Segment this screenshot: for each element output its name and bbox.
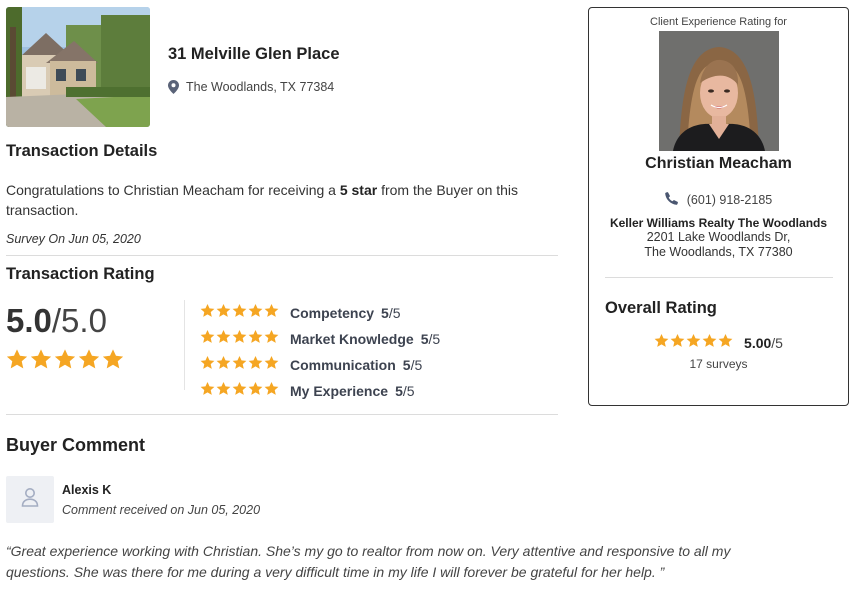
category-score-value: 5	[420, 331, 429, 347]
office-address-line-1: 2201 Lake Woodlands Dr,	[646, 230, 791, 244]
property-address: 31 Melville Glen Place	[168, 45, 340, 63]
star-icon	[654, 333, 669, 353]
transaction-rating-heading: Transaction Rating	[6, 265, 155, 283]
category-score: 5/5	[381, 305, 400, 321]
category-row-market-knowledge: Market Knowledge 5/5	[200, 329, 440, 349]
category-row-my-experience: My Experience 5/5	[200, 381, 415, 401]
transaction-score-max: /5.0	[51, 302, 107, 339]
star-icon	[216, 381, 231, 401]
star-icon	[248, 355, 263, 375]
user-icon	[21, 487, 39, 512]
category-score-max: /5	[410, 357, 423, 373]
overall-rating-row: 5.00/5	[589, 333, 848, 353]
agent-phone-number[interactable]: (601) 918-2185	[687, 193, 772, 207]
star-icon	[264, 329, 279, 349]
overall-score-max: /5	[771, 335, 783, 351]
map-pin-icon	[168, 80, 179, 94]
survey-date: Survey On Jun 05, 2020	[6, 232, 141, 246]
category-star-rating	[200, 355, 279, 375]
category-score: 5/5	[403, 357, 422, 373]
star-icon	[670, 333, 685, 353]
agent-photo	[659, 31, 779, 151]
comment-date: Comment received on Jun 05, 2020	[62, 503, 261, 517]
star-icon	[718, 333, 733, 353]
star-icon	[264, 303, 279, 323]
star-icon	[216, 303, 231, 323]
category-name: Competency	[290, 305, 375, 321]
star-icon	[200, 329, 215, 349]
agent-name: Christian Meacham	[645, 155, 792, 172]
star-icon	[54, 348, 76, 375]
divider	[6, 255, 558, 256]
category-score-value: 5	[381, 305, 389, 321]
congrats-text-start: Congratulations to Christian Meacham for…	[6, 182, 340, 198]
star-icon	[232, 329, 247, 349]
star-icon	[686, 333, 701, 353]
comment-text: “Great experience working with Christian…	[6, 543, 731, 580]
category-star-rating	[200, 329, 279, 349]
category-star-rating	[200, 381, 279, 401]
star-icon	[200, 355, 215, 375]
star-icon	[702, 333, 717, 353]
category-score-max: /5	[388, 305, 401, 321]
property-city-line: The Woodlands, TX 77384	[186, 80, 335, 94]
brokerage-name: Keller Williams Realty The Woodlands	[609, 216, 828, 230]
category-score-value: 5	[395, 383, 403, 399]
overall-transaction-score: 5.0/5.0	[6, 302, 107, 340]
star-icon	[78, 348, 100, 375]
star-icon	[232, 381, 247, 401]
property-location: The Woodlands, TX 77384	[168, 80, 334, 94]
star-icon	[232, 355, 247, 375]
vertical-divider	[184, 300, 185, 390]
survey-count: 17 surveys	[689, 357, 748, 371]
category-name: My Experience	[290, 383, 389, 399]
overall-rating-heading: Overall Rating	[605, 299, 717, 317]
transaction-star-rating	[6, 348, 124, 375]
category-name: Market Knowledge	[290, 331, 414, 347]
category-score: 5/5	[421, 331, 440, 347]
card-header: Client Experience Rating for	[650, 16, 787, 28]
star-icon	[248, 303, 263, 323]
divider	[6, 414, 558, 415]
category-row-communication: Communication 5/5	[200, 355, 422, 375]
agent-phone-row: (601) 918-2185	[589, 192, 848, 208]
star-icon	[232, 303, 247, 323]
star-icon	[248, 329, 263, 349]
star-icon	[216, 329, 231, 349]
congrats-star-value: 5 star	[339, 182, 378, 198]
property-photo	[6, 7, 150, 127]
category-score: 5/5	[395, 383, 414, 399]
transaction-score-value: 5.0	[6, 302, 52, 339]
avatar	[6, 476, 54, 523]
office-address-line-2: The Woodlands, TX 77380	[644, 245, 793, 259]
agent-rating-card: Client Experience Rating for Christian M…	[588, 7, 849, 406]
divider	[605, 277, 833, 278]
transaction-details-heading: Transaction Details	[6, 142, 158, 160]
star-icon	[6, 348, 28, 375]
star-icon	[102, 348, 124, 375]
buyer-comment-heading: Buyer Comment	[6, 435, 146, 455]
category-score-value: 5	[402, 357, 411, 373]
phone-icon	[664, 192, 678, 208]
star-icon	[30, 348, 52, 375]
star-icon	[200, 381, 215, 401]
star-icon	[200, 303, 215, 323]
congratulations-message: Congratulations to Christian Meacham for…	[6, 180, 566, 220]
star-icon	[216, 355, 231, 375]
overall-score-value: 5.00	[744, 335, 772, 351]
category-score-max: /5	[428, 331, 441, 347]
overall-star-rating	[654, 333, 733, 353]
star-icon	[264, 355, 279, 375]
category-star-rating	[200, 303, 279, 323]
category-name: Communication	[290, 357, 396, 373]
star-icon	[264, 381, 279, 401]
commenter-name: Alexis K	[62, 483, 112, 497]
overall-score: 5.00/5	[744, 335, 783, 351]
star-icon	[248, 381, 263, 401]
category-row-competency: Competency 5/5	[200, 303, 401, 323]
category-score-max: /5	[402, 383, 415, 399]
